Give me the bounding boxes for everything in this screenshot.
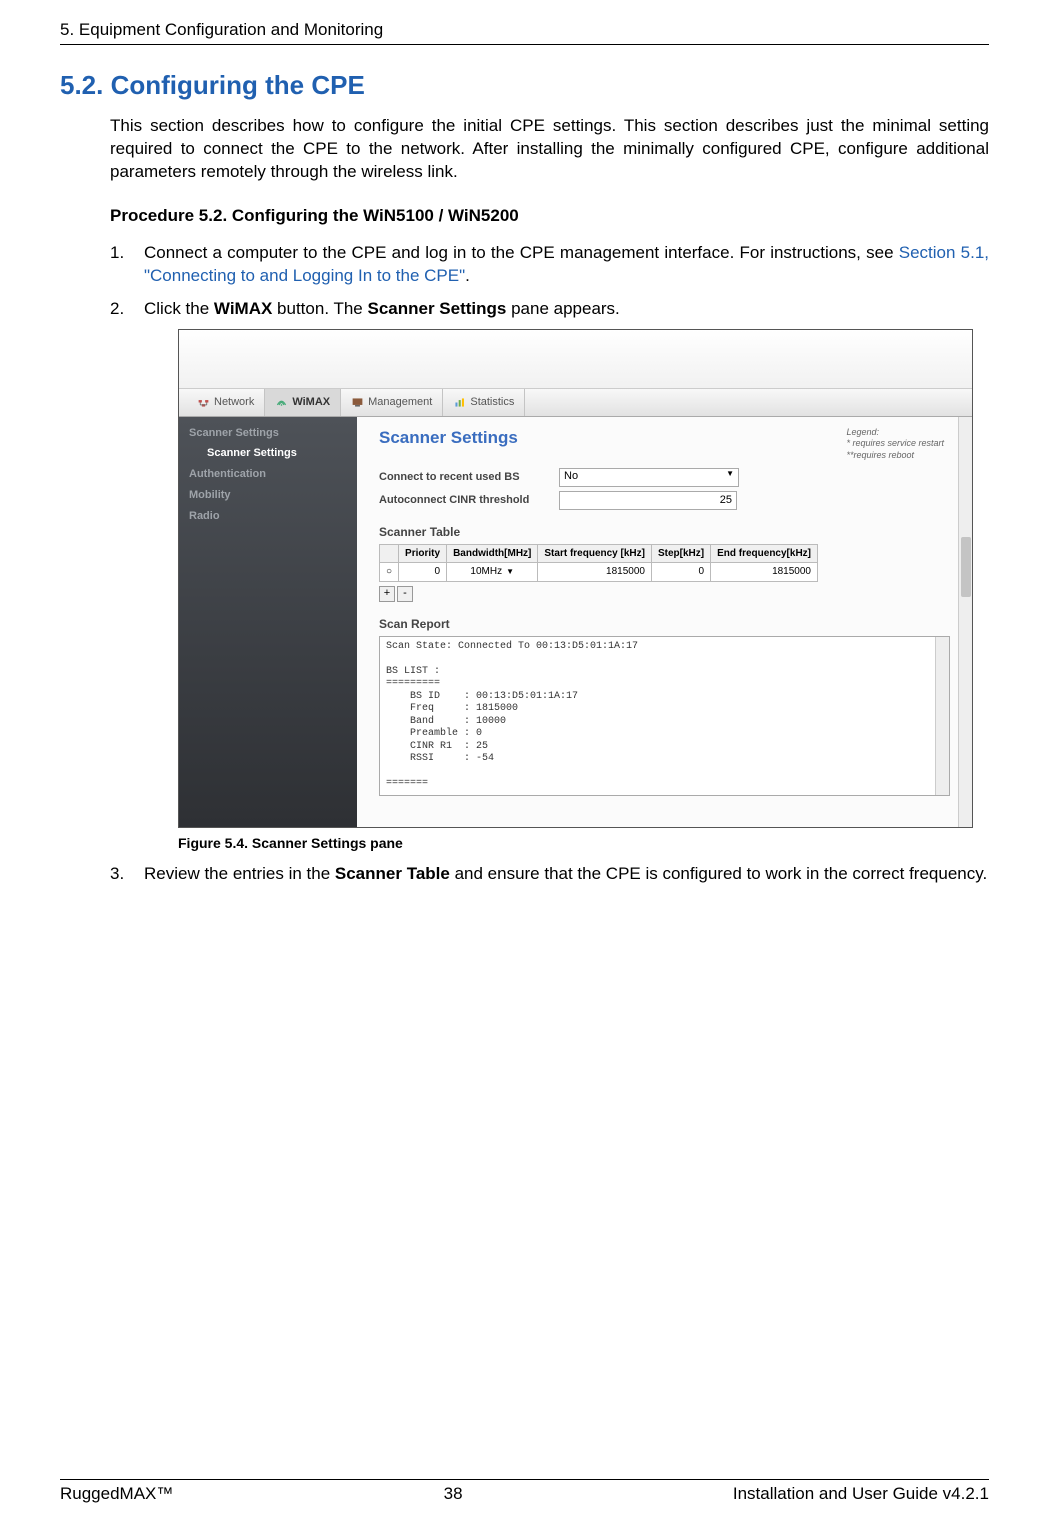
cell-step[interactable]: 0 — [651, 563, 710, 582]
table-header: Priority — [399, 544, 447, 563]
table-header: Start frequency [kHz] — [538, 544, 652, 563]
table-header: Step[kHz] — [651, 544, 710, 563]
ui-element: WiMAX — [214, 299, 272, 318]
screenshot: Network WiMAX Management Statistics — [178, 329, 973, 828]
screenshot-body: Scanner Settings Scanner Settings Authen… — [179, 417, 972, 827]
chevron-down-icon: ▼ — [506, 567, 514, 576]
scrollbar[interactable] — [958, 417, 972, 827]
nav-network[interactable]: Network — [187, 389, 265, 416]
footer-left: RuggedMAX™ — [60, 1484, 173, 1504]
procedure-list: 1. Connect a computer to the CPE and log… — [110, 242, 989, 886]
table-header: Bandwidth[MHz] — [447, 544, 538, 563]
step-text: Connect a computer to the CPE and log in… — [144, 243, 899, 262]
add-row-button[interactable]: + — [379, 586, 395, 602]
wimax-icon — [275, 396, 288, 409]
step-3: 3. Review the entries in the Scanner Tab… — [110, 863, 989, 886]
scroll-thumb[interactable] — [961, 537, 971, 597]
network-icon — [197, 396, 210, 409]
step-1: 1. Connect a computer to the CPE and log… — [110, 242, 989, 288]
step-number: 3. — [110, 863, 124, 886]
statistics-icon — [453, 396, 466, 409]
autoconnect-input[interactable] — [559, 491, 737, 510]
sidebar-item-radio[interactable]: Radio — [179, 506, 357, 527]
scanner-table-heading: Scanner Table — [379, 524, 950, 540]
legend-title: Legend: — [846, 427, 944, 439]
procedure-heading: Procedure 5.2. Configuring the WiN5100 /… — [110, 206, 989, 226]
screenshot-main: Legend: * requires service restart **req… — [357, 417, 972, 827]
table-header — [380, 544, 399, 563]
sidebar-item-mobility[interactable]: Mobility — [179, 485, 357, 506]
step-text: and ensure that the CPE is configured to… — [450, 864, 987, 883]
form-row-connect: Connect to recent used BS No ▼ — [379, 468, 950, 487]
scanner-table: Priority Bandwidth[MHz] Start frequency … — [379, 544, 818, 582]
sidebar-item-authentication[interactable]: Authentication — [179, 464, 357, 485]
step-text: button. The — [272, 299, 367, 318]
step-text: Review the entries in the — [144, 864, 335, 883]
form-row-autoconnect: Autoconnect CINR threshold — [379, 491, 950, 510]
table-row[interactable]: ○ 0 10MHz▼ 1815000 0 1815000 — [380, 563, 818, 582]
nav-label: Statistics — [470, 395, 514, 410]
ui-element: Scanner Table — [335, 864, 450, 883]
cell-priority: 0 — [399, 563, 447, 582]
nav-management[interactable]: Management — [341, 389, 443, 416]
sidebar-item-scanner[interactable]: Scanner Settings — [179, 423, 357, 444]
nav-label: Network — [214, 395, 254, 410]
cell-end-freq[interactable]: 1815000 — [711, 563, 818, 582]
step-text: Click the — [144, 299, 214, 318]
row-radio[interactable]: ○ — [380, 563, 399, 582]
connect-select[interactable]: No ▼ — [559, 468, 739, 487]
table-controls: + - — [379, 586, 950, 602]
footer-page-number: 38 — [444, 1484, 463, 1504]
form-label: Autoconnect CINR threshold — [379, 493, 559, 508]
remove-row-button[interactable]: - — [397, 586, 413, 602]
screenshot-sidebar: Scanner Settings Scanner Settings Authen… — [179, 417, 357, 827]
step-number: 1. — [110, 242, 124, 265]
footer-right: Installation and User Guide v4.2.1 — [733, 1484, 989, 1504]
management-icon — [351, 396, 364, 409]
figure-caption: Figure 5.4. Scanner Settings pane — [178, 834, 989, 853]
table-header: End frequency[kHz] — [711, 544, 818, 563]
cell-start-freq[interactable]: 1815000 — [538, 563, 652, 582]
select-value: No — [564, 470, 578, 482]
scan-report-heading: Scan Report — [379, 616, 950, 632]
screenshot-nav: Network WiMAX Management Statistics — [179, 389, 972, 417]
scan-report-box: Scan State: Connected To 00:13:D5:01:1A:… — [379, 636, 950, 796]
cell-bandwidth[interactable]: 10MHz▼ — [447, 563, 538, 582]
scrollbar[interactable] — [935, 637, 949, 795]
nav-statistics[interactable]: Statistics — [443, 389, 525, 416]
intro-paragraph: This section describes how to configure … — [110, 115, 989, 184]
form-label: Connect to recent used BS — [379, 470, 559, 485]
nav-wimax[interactable]: WiMAX — [265, 389, 341, 416]
chapter-header: 5. Equipment Configuration and Monitorin… — [60, 0, 989, 45]
legend: Legend: * requires service restart **req… — [846, 427, 944, 462]
sidebar-item-scanner-sub[interactable]: Scanner Settings — [179, 443, 357, 464]
chevron-down-icon: ▼ — [726, 469, 734, 480]
ui-element: Scanner Settings — [367, 299, 506, 318]
nav-label: Management — [368, 395, 432, 410]
legend-line: * requires service restart — [846, 438, 944, 450]
step-text: pane appears. — [506, 299, 619, 318]
step-number: 2. — [110, 298, 124, 321]
screenshot-header — [179, 330, 972, 389]
figure-container: Network WiMAX Management Statistics — [178, 329, 989, 853]
table-header-row: Priority Bandwidth[MHz] Start frequency … — [380, 544, 818, 563]
legend-line: **requires reboot — [846, 450, 944, 462]
step-2: 2. Click the WiMAX button. The Scanner S… — [110, 298, 989, 853]
nav-label: WiMAX — [292, 395, 330, 410]
step-text: . — [465, 266, 470, 285]
page-footer: RuggedMAX™ 38 Installation and User Guid… — [60, 1479, 989, 1504]
section-heading: 5.2. Configuring the CPE — [60, 70, 989, 101]
